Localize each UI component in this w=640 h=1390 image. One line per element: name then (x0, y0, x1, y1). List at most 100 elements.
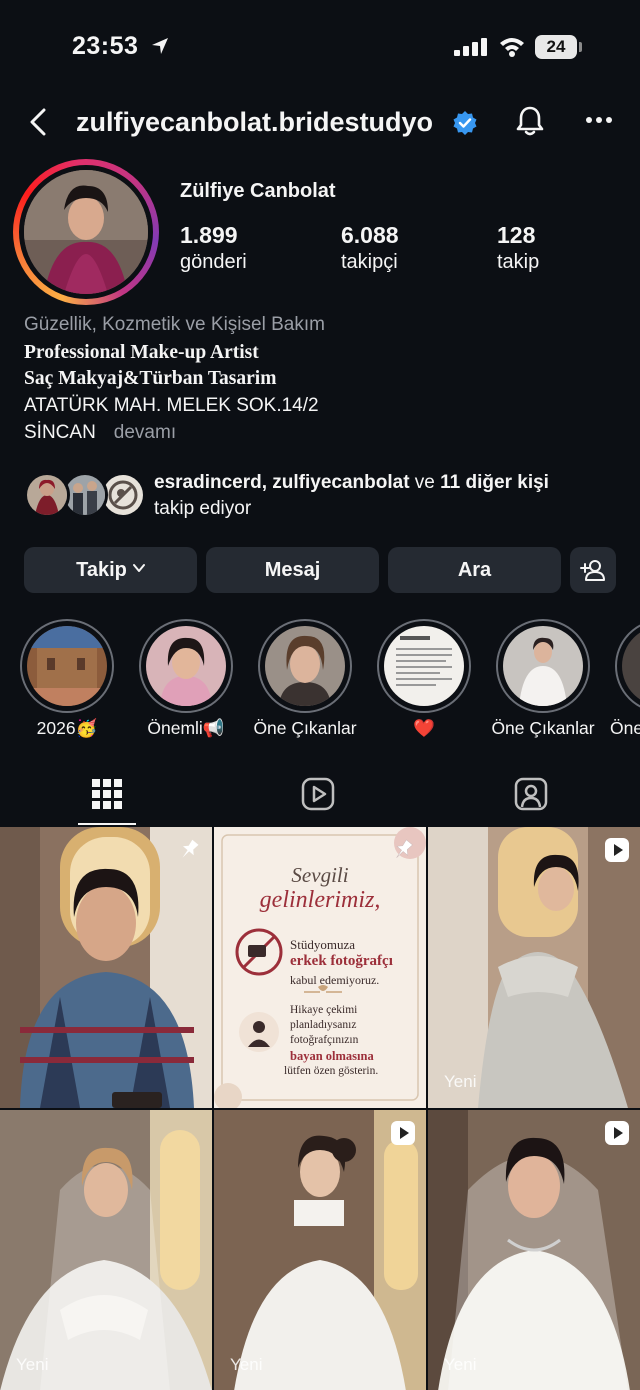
highlight-label: Öne Çıkanlar (253, 718, 357, 738)
stat-posts[interactable]: 1.899 gönderi (180, 222, 247, 274)
follow-button[interactable]: Takip (24, 547, 197, 593)
stat-followers-value: 6.088 (341, 222, 399, 248)
mutual-suffix: takip ediyor (154, 498, 252, 519)
avatar-image (24, 170, 148, 294)
reel-icon (391, 1121, 415, 1145)
reels-icon[interactable] (301, 777, 335, 811)
new-post-label: Yeni (444, 1072, 477, 1091)
tagged-icon[interactable] (514, 777, 548, 811)
profile-content-tabs (0, 765, 640, 827)
call-button[interactable]: Ara (388, 547, 561, 593)
avatar (19, 165, 153, 299)
profile-avatar-story-ring[interactable] (13, 159, 159, 305)
highlight-ring (496, 619, 590, 713)
battery-indicator: 24 (535, 35, 577, 59)
new-post-label: Yeni (16, 1355, 49, 1374)
new-post-label: Yeni (444, 1355, 477, 1374)
posts-grid: Sevgili gelinlerimiz, Stüdyomuza erkek f… (0, 827, 640, 1390)
more-options-icon[interactable] (584, 115, 614, 125)
post-image (0, 1110, 212, 1390)
notice-text-1c: kabul edemiyoruz. (290, 973, 380, 987)
highlight-ring (377, 619, 471, 713)
verified-badge-icon (453, 111, 477, 135)
stat-followers-label: takipçi (341, 251, 398, 273)
post-thumbnail[interactable] (0, 827, 212, 1108)
highlight-ring (20, 619, 114, 713)
post-image (214, 1110, 426, 1390)
stat-following-value: 128 (497, 222, 536, 248)
mutual-follower-names[interactable]: esradincerd, zulfiyecanbolat (154, 472, 410, 493)
new-post-label: Yeni (230, 1355, 263, 1374)
call-button-label: Ara (457, 559, 492, 581)
notification-bell-icon[interactable] (513, 104, 547, 138)
highlight-label: 2026🥳 (36, 718, 98, 738)
highlight-cover (503, 626, 583, 706)
notice-title-1: Sevgili (291, 863, 349, 887)
bio-line-title: Professional Make-up Artist (24, 342, 259, 363)
highlight-cover (384, 626, 464, 706)
profile-header: zulfiyecanbolat.bridestudyo (0, 95, 640, 155)
mutual-others-count[interactable]: 11 diğer kişi (440, 472, 549, 493)
story-highlights: 2026🥳 Önemli📢 Öne Çıkanlar ❤️ Öne Çıkanl… (0, 619, 640, 744)
post-thumbnail[interactable]: Yeni (428, 1110, 640, 1390)
bio-more-link[interactable]: devamı (114, 422, 176, 443)
signal-icon (454, 38, 487, 56)
highlight-label: Öne Çıkanlar (491, 718, 595, 738)
stat-following[interactable]: 128 takip (497, 222, 539, 274)
bio-line-district: SİNCAN devamı (24, 419, 624, 446)
highlight-label: Önemli📢 (147, 718, 225, 738)
notice-text-2e: lütfen özen gösterin. (284, 1065, 379, 1077)
highlight-label: ❤️ (413, 718, 435, 738)
post-image (428, 827, 640, 1108)
back-chevron-icon[interactable] (24, 107, 54, 137)
notice-text-2c: fotoğrafçınızın (290, 1034, 359, 1046)
location-arrow-icon (152, 38, 168, 54)
mutual-avatar (24, 472, 70, 518)
post-image (428, 1110, 640, 1390)
add-person-icon (580, 560, 605, 581)
stat-posts-value: 1.899 (180, 222, 238, 248)
grid-icon[interactable] (90, 777, 124, 811)
notice-text-1a: Stüdyomuza (290, 937, 355, 952)
stat-followers[interactable]: 6.088 takipçi (341, 222, 399, 274)
notice-title-2: gelinlerimiz, (259, 887, 381, 913)
status-time: 23:53 (72, 32, 139, 60)
notice-text-2b: planladıysanız (290, 1019, 357, 1031)
highlight-ring (139, 619, 233, 713)
bio-line-services: Saç Makyaj&Türban Tasarim (24, 368, 277, 389)
bio-district-text: SİNCAN (24, 422, 96, 443)
post-thumbnail[interactable]: Yeni (0, 1110, 212, 1390)
stat-following-label: takip (497, 251, 540, 273)
mutual-connector: ve (409, 472, 441, 493)
highlight-ring (615, 619, 640, 713)
post-thumbnail[interactable]: Yeni (214, 1110, 426, 1390)
pin-icon (182, 839, 199, 858)
reel-icon (605, 1121, 629, 1145)
post-thumbnail[interactable]: Sevgili gelinlerimiz, Stüdyomuza erkek f… (214, 827, 426, 1108)
notice-text-2a: Hikaye çekimi (290, 1004, 358, 1016)
wifi-icon (500, 38, 524, 57)
status-bar: 23:53 24 (0, 0, 640, 90)
highlight-cover (27, 626, 107, 706)
profile-display-name: Zülfiye Canbolat (180, 180, 336, 202)
post-thumbnail[interactable]: Yeni (428, 827, 640, 1108)
profile-bio: Güzellik, Kozmetik ve Kişisel Bakım Prof… (24, 314, 624, 446)
message-button[interactable]: Mesaj (206, 547, 379, 593)
profile-actions: Takip Mesaj Ara (24, 547, 616, 593)
message-button-label: Mesaj (264, 559, 321, 581)
highlight-cover (622, 626, 640, 706)
bio-category: Güzellik, Kozmetik ve Kişisel Bakım (24, 314, 325, 335)
notice-text-1b: erkek fotoğrafçı (290, 953, 393, 969)
mutual-followers-text: esradincerd, zulfiyecanbolat ve 11 diğer… (154, 470, 624, 522)
battery-tip (579, 42, 582, 52)
notice-text-2d: bayan olmasına (290, 1049, 374, 1063)
highlight-cover (265, 626, 345, 706)
mutual-followers[interactable]: esradincerd, zulfiyecanbolat ve 11 diğer… (24, 470, 624, 522)
active-tab-indicator (78, 823, 136, 825)
profile-username: zulfiyecanbolat.bridestudyo (76, 107, 434, 137)
stat-posts-label: gönderi (180, 251, 247, 273)
suggested-users-button[interactable] (570, 547, 616, 593)
post-image (0, 827, 212, 1108)
reel-icon (605, 838, 629, 862)
pin-icon (396, 839, 413, 858)
